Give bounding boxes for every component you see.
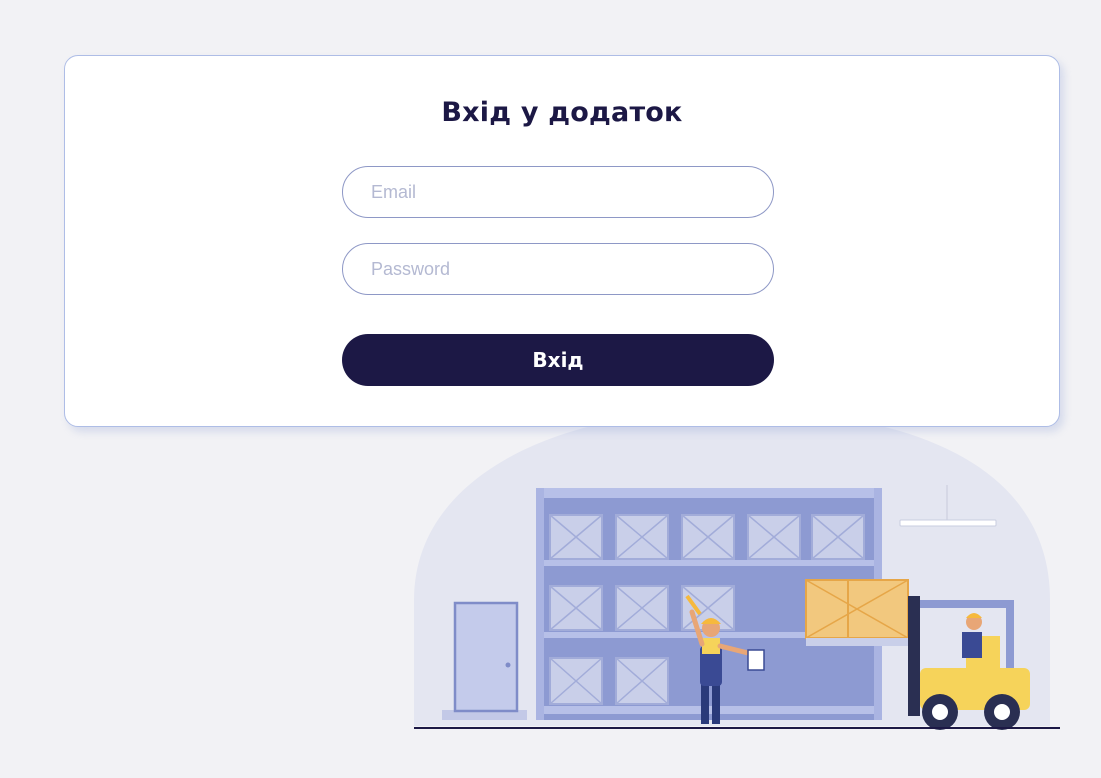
login-card: Вхід у додаток Вхід	[64, 55, 1060, 427]
login-button[interactable]: Вхід	[342, 334, 774, 386]
password-field[interactable]	[342, 243, 774, 295]
door	[442, 601, 527, 720]
email-field[interactable]	[342, 166, 774, 218]
login-title: Вхід у додаток	[441, 97, 683, 128]
warehouse-illustration	[414, 410, 1060, 730]
